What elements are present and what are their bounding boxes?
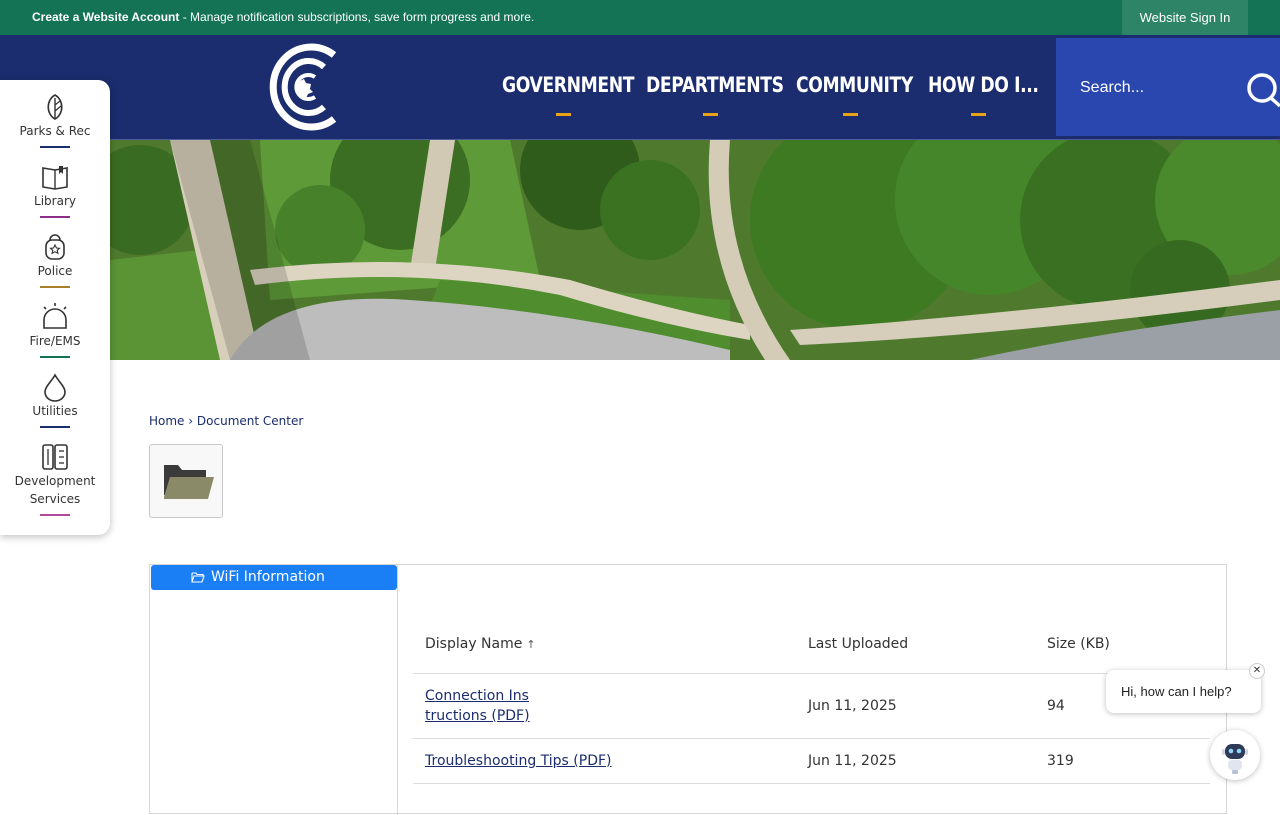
quick-link-label: Library	[34, 194, 76, 208]
hero-aerial-image	[110, 140, 1280, 360]
quick-link-development-services[interactable]: Development Services	[0, 442, 110, 516]
table-row-divider	[413, 738, 1210, 739]
table-row-divider	[413, 783, 1210, 784]
quick-link-label: Police	[37, 264, 73, 278]
table-header-divider	[413, 673, 1210, 674]
quick-link-parks-rec[interactable]: Parks & Rec	[0, 92, 110, 148]
document-name-part-1: Connection Ins	[425, 688, 529, 704]
folder-open-icon	[191, 572, 205, 583]
account-banner: Create a Website Account - Manage notifi…	[0, 0, 1280, 35]
create-account-link[interactable]: Create a Website Account	[32, 10, 179, 24]
nav-government-underline	[556, 113, 571, 116]
quick-link-fire-ems[interactable]: Fire/EMS	[0, 302, 110, 358]
book-icon	[42, 166, 68, 190]
folder-label: WiFi Information	[211, 569, 325, 585]
nav-how-do-i[interactable]: HOW DO I...	[928, 73, 1039, 97]
table-cell-uploaded: Jun 11, 2025	[808, 753, 897, 769]
quick-link-police[interactable]: Police	[0, 232, 110, 288]
water-drop-icon	[44, 373, 66, 402]
quick-links-sidebar: Parks & Rec Library Police Fire/EMS Util…	[0, 80, 110, 535]
nav-community[interactable]: COMMUNITY	[796, 73, 913, 97]
table-cell-uploaded: Jun 11, 2025	[808, 698, 897, 714]
quick-link-underline	[40, 356, 70, 358]
blueprint-icon	[42, 444, 68, 470]
robot-icon	[1222, 744, 1248, 774]
folder-wifi-information[interactable]: WiFi Information	[151, 565, 397, 590]
nav-departments[interactable]: DEPARTMENTS	[646, 73, 784, 97]
quick-link-underline	[40, 216, 70, 218]
quick-link-underline	[40, 286, 70, 288]
document-link-troubleshooting-tips[interactable]: Troubleshooting Tips (PDF)	[425, 751, 612, 771]
leaf-icon	[47, 94, 63, 120]
quick-link-utilities[interactable]: Utilities	[0, 372, 110, 428]
siren-icon	[43, 303, 67, 329]
nav-government[interactable]: GOVERNMENT	[502, 73, 634, 97]
document-panel: WiFi Information Display Name ↑ Last Uplo…	[149, 564, 1227, 815]
quick-link-underline	[40, 426, 70, 428]
search-input[interactable]	[1080, 76, 1230, 100]
website-sign-in-button[interactable]: Website Sign In	[1122, 0, 1248, 35]
quick-link-underline	[40, 514, 70, 516]
create-account-message[interactable]: Create a Website Account - Manage notifi…	[32, 10, 534, 24]
open-folder-icon	[164, 465, 214, 499]
sort-ascending-icon: ↑	[526, 638, 536, 651]
city-logo[interactable]	[262, 41, 342, 133]
quick-link-label: Development Services	[14, 474, 96, 506]
breadcrumb-document-center[interactable]: Document Center	[197, 414, 303, 428]
document-center-folder-tile[interactable]	[149, 444, 223, 518]
nav-departments-underline	[703, 113, 718, 116]
folder-tree: WiFi Information	[150, 565, 398, 815]
quick-link-underline	[40, 146, 70, 148]
quick-link-label: Fire/EMS	[29, 334, 81, 348]
document-link-connection-instructions[interactable]: Connection Ins tructions (PDF)	[425, 686, 530, 726]
column-header-last-uploaded[interactable]: Last Uploaded	[808, 636, 908, 652]
quick-link-library[interactable]: Library	[0, 162, 110, 218]
display-name-header-label: Display Name	[425, 636, 523, 652]
breadcrumb-home[interactable]: Home	[149, 414, 184, 428]
breadcrumb: Home › Document Center	[149, 414, 303, 428]
site-header: GOVERNMENT DEPARTMENTS COMMUNITY HOW DO …	[0, 35, 1280, 140]
breadcrumb-separator: ›	[188, 414, 194, 428]
document-name-part-2: tructions (PDF)	[425, 708, 530, 724]
search-icon[interactable]	[1244, 72, 1280, 108]
quick-link-label: Utilities	[32, 404, 78, 418]
table-cell-size: 319	[1047, 753, 1074, 769]
police-badge-icon	[45, 234, 65, 260]
nav-how-do-i-underline	[971, 113, 986, 116]
column-header-display-name[interactable]: Display Name ↑	[425, 636, 536, 652]
table-cell-size: 94	[1047, 698, 1065, 714]
chat-greeting-bubble[interactable]: Hi, how can I help?	[1106, 670, 1261, 713]
chatbot-launcher[interactable]	[1210, 730, 1260, 780]
column-header-size[interactable]: Size (KB)	[1047, 636, 1110, 652]
chat-close-icon[interactable]: ✕	[1249, 663, 1265, 679]
nav-community-underline	[843, 113, 858, 116]
create-account-description: - Manage notification subscriptions, sav…	[179, 10, 535, 24]
search-panel	[1056, 38, 1280, 136]
quick-link-label: Parks & Rec	[19, 124, 91, 138]
